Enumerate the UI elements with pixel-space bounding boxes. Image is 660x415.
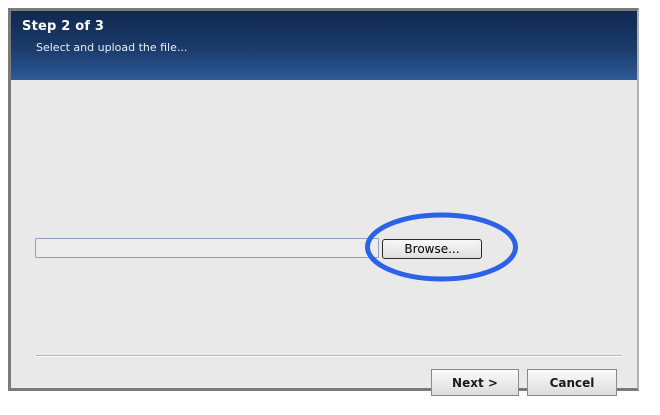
step-subtitle: Select and upload the file...: [36, 41, 188, 54]
file-path-input[interactable]: [35, 238, 379, 258]
wizard-header: Step 2 of 3 Select and upload the file..…: [11, 11, 637, 80]
step-title: Step 2 of 3: [22, 19, 105, 34]
footer-divider: [36, 355, 622, 357]
next-button[interactable]: Next >: [431, 369, 519, 396]
browse-button[interactable]: Browse...: [382, 239, 482, 259]
cancel-button[interactable]: Cancel: [527, 369, 617, 396]
upload-wizard-dialog: Step 2 of 3 Select and upload the file..…: [8, 8, 639, 396]
